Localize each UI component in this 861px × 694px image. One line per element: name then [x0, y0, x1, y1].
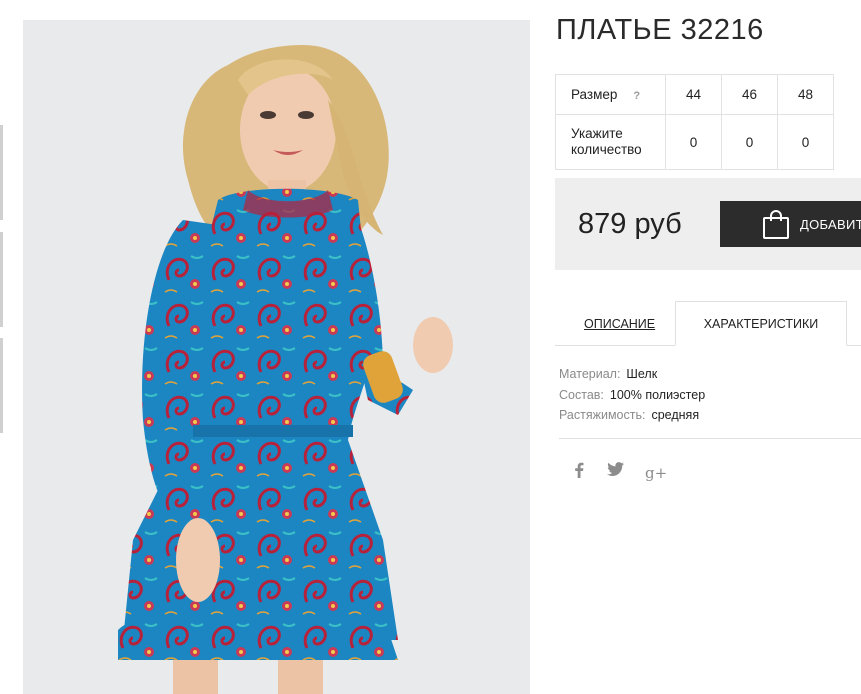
- shopping-bag-icon: [763, 210, 789, 239]
- twitter-icon[interactable]: [607, 462, 624, 481]
- quantity-input-44[interactable]: 0: [665, 114, 722, 170]
- size-help-icon[interactable]: ?: [633, 90, 640, 102]
- size-label: Размер: [571, 87, 618, 102]
- size-option-48[interactable]: 48: [777, 74, 834, 115]
- size-option-46[interactable]: 46: [721, 74, 778, 115]
- price-box: 879 руб ДОБАВИТЬ В КОРЗИНУ: [555, 178, 861, 270]
- size-label-cell: Размер?: [555, 74, 666, 115]
- add-to-cart-label: ДОБАВИТЬ В КОРЗИНУ: [800, 216, 861, 232]
- thumbnail-2[interactable]: [0, 232, 3, 327]
- size-table: Размер? 44 46 48 Укажите количество 0 0 …: [555, 74, 834, 170]
- quantity-label: Укажите количество: [555, 114, 666, 170]
- quantity-input-48[interactable]: 0: [777, 114, 834, 170]
- char-row-material: Материал: Шелк: [559, 367, 658, 381]
- google-plus-icon[interactable]: g+: [645, 464, 667, 482]
- size-option-44[interactable]: 44: [665, 74, 722, 115]
- product-photo[interactable]: [23, 20, 530, 694]
- char-row-composition: Состав: 100% полиэстер: [559, 387, 706, 402]
- facebook-icon[interactable]: [574, 462, 584, 483]
- product-title: ПЛАТЬЕ 32216: [556, 14, 764, 46]
- char-row-stretch: Растяжимость: средняя: [559, 408, 700, 422]
- tab-characteristics[interactable]: ХАРАКТЕРИСТИКИ: [675, 301, 847, 346]
- thumbnail-3[interactable]: [0, 338, 3, 433]
- product-price: 879 руб: [578, 208, 682, 240]
- quantity-input-46[interactable]: 0: [721, 114, 778, 170]
- characteristics-list: Материал: Шелк Состав: 100% полиэстер Раст…: [559, 364, 705, 426]
- thumbnail-1[interactable]: [0, 125, 3, 220]
- model-illustration: [118, 45, 453, 694]
- add-to-cart-button[interactable]: ДОБАВИТЬ В КОРЗИНУ: [720, 201, 861, 247]
- tab-description[interactable]: ОПИСАНИЕ: [584, 317, 655, 331]
- characteristics-divider: [559, 438, 861, 439]
